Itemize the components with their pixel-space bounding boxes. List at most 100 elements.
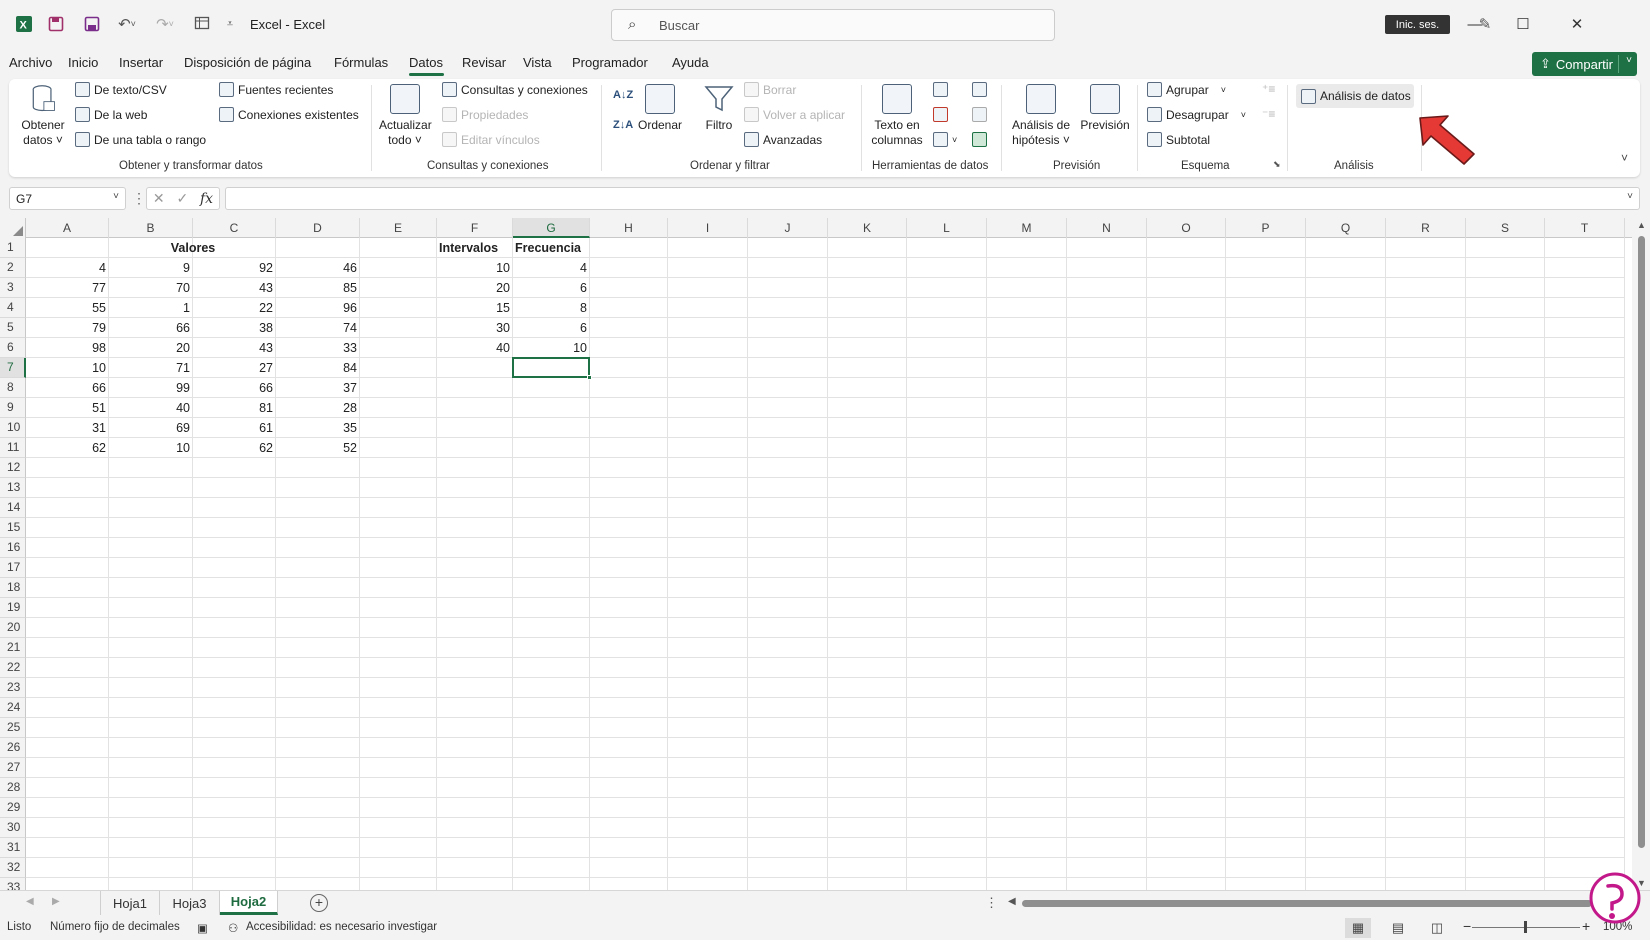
selected-cell-outline[interactable] [512,357,592,380]
cell-valores-header[interactable]: Valores [26,238,360,258]
cell-g6[interactable]: 10 [513,338,589,358]
sheet-tab-hoja2[interactable]: Hoja2 [220,891,278,915]
hide-detail-button[interactable]: ⁻≡ [1262,107,1275,121]
data-model-button[interactable] [972,132,991,147]
cell-c11[interactable]: 62 [193,438,275,458]
horizontal-scroll-thumb[interactable] [1022,900,1592,907]
select-all-button[interactable] [0,218,26,238]
tab-programador[interactable]: Programador [572,55,648,70]
autosave-icon[interactable] [46,14,66,34]
column-header-h[interactable]: H [590,218,668,238]
column-header-q[interactable]: Q [1306,218,1386,238]
horizontal-scrollbar[interactable]: ◀ ▶ [1008,896,1628,910]
cell-a9[interactable]: 51 [26,398,108,418]
row-header-9[interactable]: 9 [0,398,26,418]
zoom-out-button[interactable]: − [1463,918,1471,934]
chevron-down-icon[interactable]: ˅ [113,191,119,202]
cell-c2[interactable]: 92 [193,258,275,278]
fill-handle[interactable] [587,375,592,380]
cell-b2[interactable]: 9 [109,258,192,278]
zoom-slider-handle[interactable] [1524,921,1527,933]
row-header-15[interactable]: 15 [0,518,26,538]
page-break-view-button[interactable]: ◫ [1424,918,1450,938]
cell-c6[interactable]: 43 [193,338,275,358]
tab-insertar[interactable]: Insertar [119,55,163,70]
scroll-left-icon[interactable]: ◀ [1008,896,1016,907]
tab-revisar[interactable]: Revisar [462,55,506,70]
data-analysis-button[interactable]: Análisis de datos [1301,82,1411,110]
show-detail-button[interactable]: ⁺≡ [1262,82,1275,96]
cell-d11[interactable]: 52 [276,438,359,458]
normal-view-button[interactable]: ▦ [1345,918,1371,938]
tab-formulas[interactable]: Fórmulas [334,55,388,70]
cell-d9[interactable]: 28 [276,398,359,418]
row-header-25[interactable]: 25 [0,718,26,738]
flash-fill-button[interactable] [933,82,952,97]
row-header-4[interactable]: 4 [0,298,26,318]
cell-d2[interactable]: 46 [276,258,359,278]
column-header-m[interactable]: M [987,218,1067,238]
existing-connections-button[interactable]: Conexiones existentes [219,107,359,122]
cell-b10[interactable]: 69 [109,418,192,438]
what-if-analysis-button[interactable]: Análisis de hipótesis ˅ [1009,84,1073,148]
cell-b3[interactable]: 70 [109,278,192,298]
cell-g4[interactable]: 8 [513,298,589,318]
sign-in-button[interactable]: Inic. ses. [1385,15,1450,34]
cell-d5[interactable]: 74 [276,318,359,338]
more-options-icon[interactable]: ⋮ [132,190,146,207]
row-header-13[interactable]: 13 [0,478,26,498]
tab-inicio[interactable]: Inicio [68,55,98,70]
close-button[interactable]: ✕ [1554,10,1600,38]
edit-links-button[interactable]: Editar vínculos [442,132,540,147]
expand-formula-icon[interactable]: ˅ [1627,191,1633,202]
sort-descending-button[interactable]: Z↓A [613,119,633,131]
formula-input[interactable]: ˅ [225,187,1640,210]
ungroup-button[interactable]: Desagrupar ˅ [1147,107,1246,122]
row-header-11[interactable]: 11 [0,438,26,458]
column-header-n[interactable]: N [1067,218,1147,238]
row-header-24[interactable]: 24 [0,698,26,718]
relationships-button[interactable] [972,107,991,122]
row-header-32[interactable]: 32 [0,858,26,878]
row-header-3[interactable]: 3 [0,278,26,298]
page-layout-view-button[interactable]: ▤ [1385,918,1411,938]
column-header-t[interactable]: T [1545,218,1625,238]
cell-a2[interactable]: 4 [26,258,108,278]
tab-archivo[interactable]: Archivo [9,55,52,70]
row-header-6[interactable]: 6 [0,338,26,358]
tab-datos[interactable]: Datos [409,55,443,70]
cell-c3[interactable]: 43 [193,278,275,298]
column-header-i[interactable]: I [668,218,748,238]
tab-vista[interactable]: Vista [523,55,552,70]
column-header-g[interactable]: G [513,218,590,238]
insert-function-button[interactable]: fx [200,191,213,207]
cell-b8[interactable]: 99 [109,378,192,398]
cell-d4[interactable]: 96 [276,298,359,318]
enter-icon[interactable]: ✓ [176,190,188,207]
cell-b4[interactable]: 1 [109,298,192,318]
cell-a11[interactable]: 62 [26,438,108,458]
worksheet-grid[interactable]: ABCDEFGHIJKLMNOPQRST 1 2 3 4 5 6 7 8 9 10 11 12 13 14… [0,218,1650,890]
cell-a10[interactable]: 31 [26,418,108,438]
row-header-8[interactable]: 8 [0,378,26,398]
row-header-12[interactable]: 12 [0,458,26,478]
cell-b6[interactable]: 20 [109,338,192,358]
row-header-5[interactable]: 5 [0,318,26,338]
column-header-o[interactable]: O [1147,218,1226,238]
cell-a3[interactable]: 77 [26,278,108,298]
row-header-28[interactable]: 28 [0,778,26,798]
row-header-23[interactable]: 23 [0,678,26,698]
save-icon[interactable] [82,14,102,34]
sort-button[interactable]: Ordenar [637,84,683,133]
row-header-16[interactable]: 16 [0,538,26,558]
cell-c8[interactable]: 66 [193,378,275,398]
recent-sources-button[interactable]: Fuentes recientes [219,82,333,97]
name-box[interactable]: G7 ˅ [9,187,126,210]
reapply-button[interactable]: Volver a aplicar [744,107,845,122]
row-header-2[interactable]: 2 [0,258,26,278]
column-header-l[interactable]: L [907,218,987,238]
accessibility-icon[interactable]: ⚇ [228,921,238,935]
cancel-icon[interactable]: ✕ [153,190,165,207]
collapse-ribbon-icon[interactable]: ˅ [1621,151,1628,165]
row-header-17[interactable]: 17 [0,558,26,578]
